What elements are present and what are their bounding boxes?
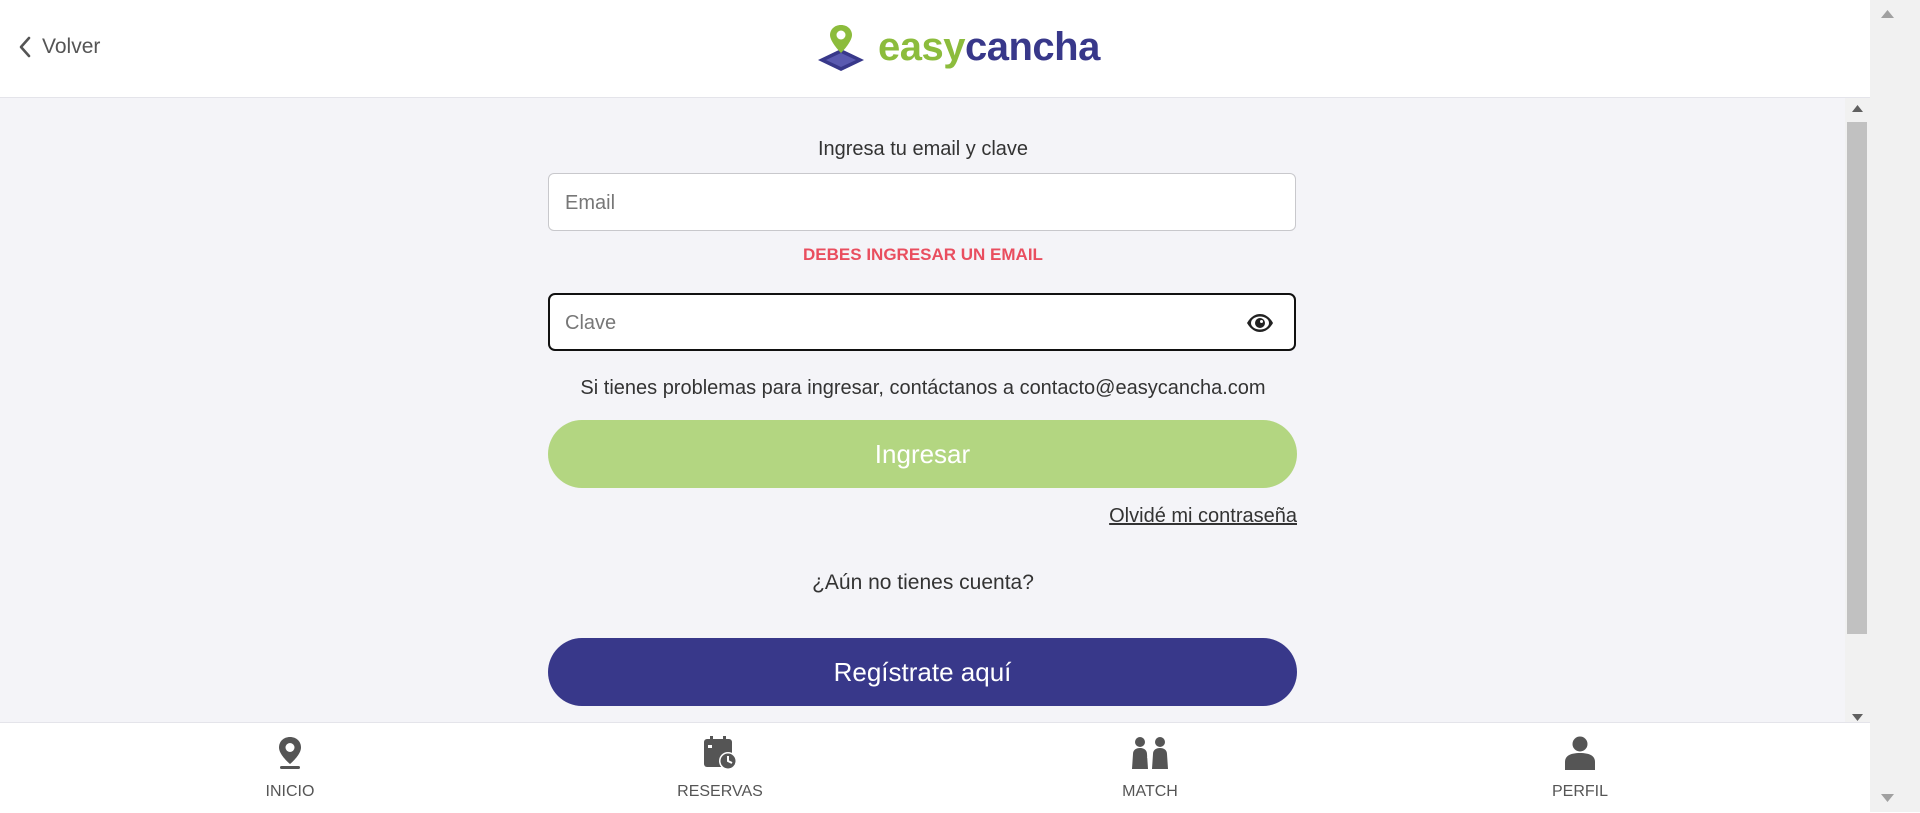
easycancha-logo[interactable]: easycancha bbox=[816, 22, 1100, 72]
window-scrollbar[interactable] bbox=[1870, 0, 1920, 812]
back-label: Volver bbox=[42, 35, 101, 58]
login-button[interactable]: Ingresar bbox=[548, 420, 1297, 488]
contact-help-text: Si tienes problemas para ingresar, contá… bbox=[580, 377, 1266, 399]
calendar-clock-icon bbox=[704, 736, 737, 770]
bottom-navigation: INICIO RESERVAS MATCH PERFIL bbox=[0, 722, 1870, 813]
email-field-box bbox=[548, 173, 1296, 232]
content-scrollbar-thumb[interactable] bbox=[1847, 122, 1867, 634]
logo-wordmark: easycancha bbox=[878, 25, 1100, 70]
nav-label-inicio: INICIO bbox=[265, 783, 315, 800]
nav-label-reservas: RESERVAS bbox=[677, 783, 763, 800]
location-field-logo-icon bbox=[818, 25, 864, 71]
forgot-password-link[interactable]: Olvidé mi contraseña bbox=[1000, 505, 1297, 528]
window-scroll-up-icon[interactable] bbox=[1881, 10, 1894, 18]
content-scrollbar[interactable] bbox=[1845, 98, 1870, 722]
login-content: Ingresa tu email y clave DEBES INGRESAR … bbox=[0, 98, 1845, 722]
location-pin-icon bbox=[279, 737, 301, 769]
nav-label-perfil: PERFIL bbox=[1551, 783, 1608, 800]
register-button[interactable]: Regístrate aquí bbox=[548, 638, 1297, 706]
top-header: Volver easycancha bbox=[0, 0, 1870, 98]
back-button[interactable]: Volver bbox=[18, 32, 100, 62]
nav-label-match: MATCH bbox=[1122, 783, 1178, 800]
password-input[interactable] bbox=[563, 295, 1227, 351]
nav-item-inicio[interactable]: INICIO bbox=[210, 733, 370, 803]
scroll-up-arrow-icon[interactable] bbox=[1852, 105, 1863, 112]
chevron-left-icon bbox=[19, 36, 31, 58]
nav-item-perfil[interactable]: PERFIL bbox=[1500, 733, 1660, 803]
password-field-box bbox=[548, 293, 1296, 351]
nav-item-match[interactable]: MATCH bbox=[1070, 733, 1230, 803]
eye-icon[interactable] bbox=[1246, 313, 1274, 333]
scroll-down-arrow-icon[interactable] bbox=[1852, 714, 1863, 721]
logo-word-easy: easy bbox=[878, 24, 965, 69]
email-input[interactable] bbox=[563, 174, 1227, 232]
email-error-message: DEBES INGRESAR UN EMAIL bbox=[803, 245, 1043, 264]
user-profile-icon bbox=[1565, 736, 1595, 770]
no-account-text: ¿Aún no tienes cuenta? bbox=[812, 571, 1034, 594]
login-prompt: Ingresa tu email y clave bbox=[817, 138, 1029, 160]
match-players-icon bbox=[1132, 737, 1168, 769]
app-root: Volver easycancha Ingresa tu email y cla… bbox=[0, 0, 1870, 813]
window-scroll-down-icon[interactable] bbox=[1881, 794, 1894, 802]
nav-item-reservas[interactable]: RESERVAS bbox=[640, 733, 800, 803]
logo-word-cancha: cancha bbox=[964, 24, 1100, 69]
